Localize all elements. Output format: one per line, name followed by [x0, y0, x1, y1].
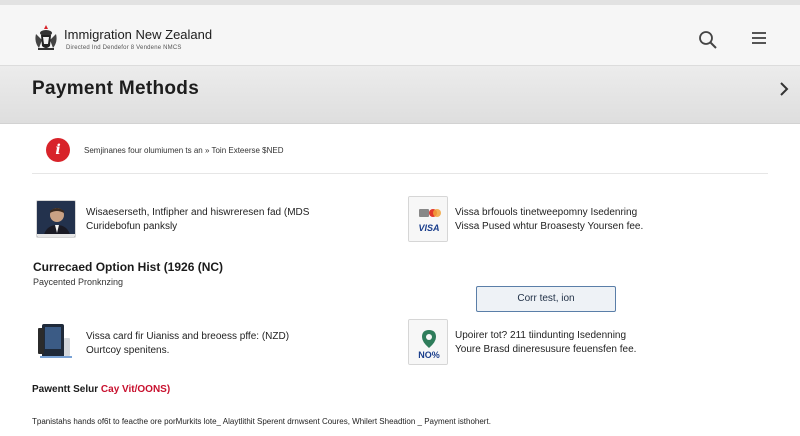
section-title: Currecaed Option Hist (1926 (NC)	[33, 260, 224, 274]
heading-red-text: Cay Vit/OONS)	[100, 384, 171, 395]
menu-line	[752, 42, 766, 44]
method-badge: NO%	[418, 350, 440, 360]
info-alert-icon: i	[46, 138, 70, 162]
menu-line	[752, 32, 766, 34]
search-icon[interactable]	[698, 30, 718, 50]
visa-card-graphic: VISA	[409, 197, 447, 241]
section-subtitle: Paycented Pronknzing	[33, 277, 124, 287]
contact-option-button[interactable]: Corr test, ion	[476, 286, 616, 312]
chevron-right-icon[interactable]	[778, 82, 790, 96]
method-line-1: Upoirer tot? 211 tiindunting Isedenning	[455, 330, 627, 341]
heading-prefix: Pawentt Selur	[32, 384, 101, 395]
page-header-banner: Payment Methods	[0, 66, 800, 124]
visa-card-icon: VISA	[408, 196, 448, 242]
person-photo-icon	[36, 200, 76, 238]
notice-text: Semjinanes four olumiumen ts an » Toin E…	[84, 146, 284, 155]
top-navigation-bar: Immigration New Zealand Directed Ind Den…	[0, 0, 800, 66]
page-title: Payment Methods	[32, 78, 200, 99]
location-pin-card-icon: NO%	[408, 319, 448, 365]
method-line-1: Wisaeserseth, Intfipher and hiswreresen …	[86, 207, 310, 218]
method-description: Vissa brfouols tinetweepomny Isedenring …	[455, 206, 643, 234]
method-line-2: Vissa Pused whtur Broasesty Yoursen fee.	[455, 221, 644, 232]
brand-name[interactable]: Immigration New Zealand	[64, 27, 212, 42]
divider	[32, 173, 768, 174]
svg-text:VISA: VISA	[418, 223, 439, 233]
method-line-2: Curidebofun panksly	[86, 221, 178, 232]
payment-terminal-icon	[36, 322, 76, 360]
brand-subtitle: Directed Ind Dendefor 8 Vendene NMCS	[66, 45, 182, 51]
method-line-2: Ourtcoy spenitens.	[86, 345, 170, 356]
hamburger-menu-icon[interactable]	[752, 32, 766, 46]
payment-terminal-graphic	[38, 324, 72, 358]
footer-paragraph: Tpanistahs hands of6t to feacthe ore por…	[32, 417, 491, 426]
method-description: Upoirer tot? 211 tiindunting Isedenning …	[455, 329, 636, 357]
method-line-2: Youre Brasd dineresusure feuensfen fee.	[455, 344, 637, 355]
location-pin-card-graphic: NO%	[409, 320, 447, 364]
person-photo-graphic	[37, 201, 75, 237]
method-description: Wisaeserseth, Intfipher and hiswreresen …	[86, 206, 309, 234]
payment-options-heading: Pawentt Selur Cay Vit/OONS)	[32, 384, 170, 395]
method-line-1: Vissa brfouols tinetweepomny Isedenring	[455, 207, 638, 218]
nz-coat-of-arms-icon[interactable]	[34, 24, 58, 52]
menu-line	[752, 37, 766, 39]
method-description: Vissa card fir Uianiss and breoess pffe:…	[86, 330, 289, 358]
method-line-1: Vissa card fir Uianiss and breoess pffe:…	[86, 331, 290, 342]
